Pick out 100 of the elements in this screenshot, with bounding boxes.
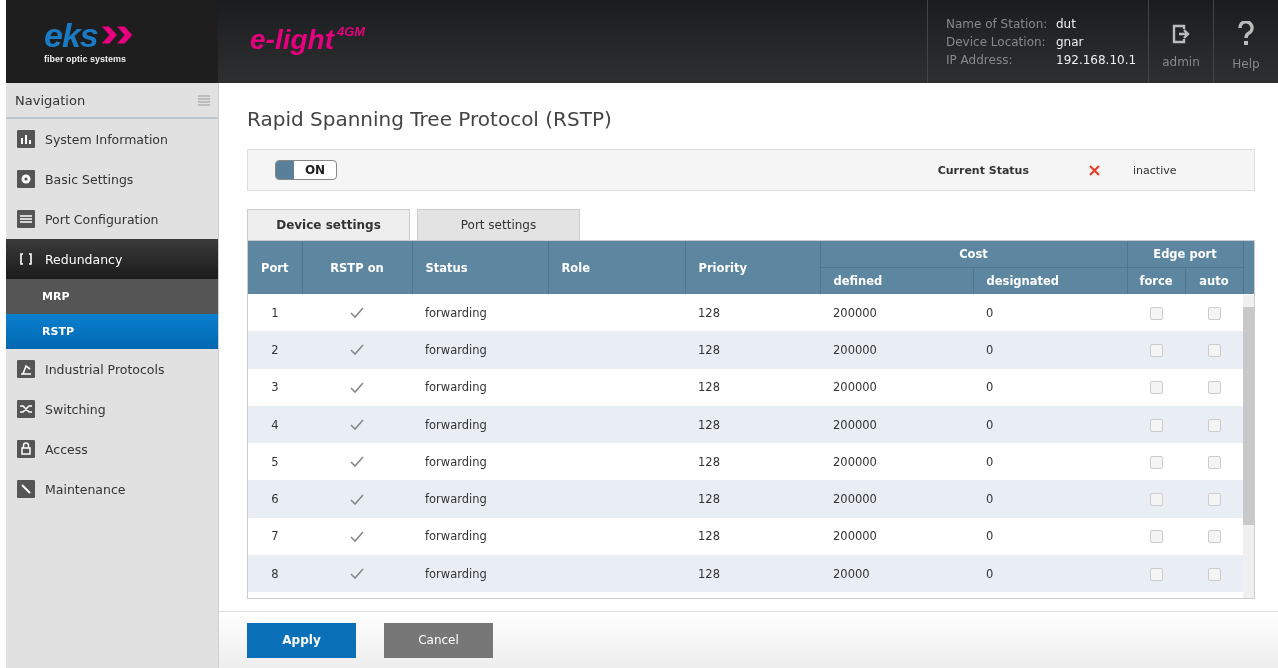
checkbox[interactable] [1207,343,1221,357]
nav-item[interactable]: Switching [6,389,218,429]
table-cell: 128 [685,294,820,332]
info-value: gnar [1056,34,1085,49]
table-cell: 4 [248,405,302,444]
tab[interactable]: Device settings [247,209,410,240]
table-cell: 128 [685,443,820,481]
nav-item[interactable]: Maintenance [6,469,218,509]
table-cell: 1 [248,294,302,332]
info-label: Device Location: [946,34,1047,49]
table-cell: forwarding [412,480,548,518]
table-cell: 3 [248,368,302,406]
checkbox[interactable] [1149,493,1163,507]
checkbox[interactable] [1149,343,1163,357]
table-cell: 0 [973,517,1127,556]
checkbox[interactable] [1149,530,1163,544]
table-cell: forwarding [412,443,548,481]
nav-subitem[interactable]: MRP [6,279,218,314]
column-group-header: Cost [820,241,1127,268]
cancel-button[interactable]: Cancel [384,622,493,658]
status-value: inactive [1133,163,1178,177]
column-header: Status [412,241,548,294]
info-value: dut [1056,16,1077,31]
checkbox[interactable] [1149,306,1163,320]
table-cell: 200000 [820,368,973,406]
column-header: defined [820,267,973,294]
brand-logo-text: eks [44,19,98,50]
table-cell: 0 [973,368,1127,406]
lock-icon [17,440,35,458]
checkbox[interactable] [1149,455,1163,469]
table-cell: 128 [685,331,820,369]
checkbox[interactable] [1149,567,1163,581]
nav-item[interactable]: Industrial Protocols [6,349,218,389]
table-cell: 128 [685,555,820,593]
chart-icon [17,130,35,148]
column-header: designated [973,267,1127,294]
column-header: Port [248,241,302,294]
nav-item[interactable]: Redundancy [6,239,218,279]
tab[interactable]: Port settings [417,209,580,240]
checkbox[interactable] [1207,418,1221,432]
table-cell: forwarding [412,405,548,444]
nav-item[interactable]: Port Configuration [6,199,218,239]
table-cell: 5 [248,443,302,481]
table-cell: forwarding [412,294,548,332]
menu-icon[interactable] [198,94,210,106]
column-header: Role [548,241,685,294]
apply-button[interactable]: Apply [247,622,356,658]
info-value: 192.168.10.1 [1056,52,1138,67]
table-cell: 2 [248,331,302,369]
table-cell: forwarding [412,368,548,406]
help-button[interactable]: Help [1213,0,1278,83]
table-cell: forwarding [412,517,548,556]
checkbox[interactable] [1207,567,1221,581]
product-logo-text: e-light [250,24,334,56]
nav-item[interactable]: System Information [6,119,218,159]
toggle-switch[interactable]: ON [275,160,337,180]
table-cell: 20000 [820,555,973,593]
table-cell: 200000 [820,443,973,481]
status-label: Current Status [937,163,1029,177]
logout-button[interactable]: admin [1148,0,1213,83]
table-cell: 200000 [820,405,973,444]
table-cell: forwarding [412,331,548,369]
table-cell: 200000 [820,517,973,556]
table-cell: 128 [685,368,820,406]
table-cell: 0 [973,555,1127,593]
checkbox[interactable] [1207,455,1221,469]
table-cell: 0 [973,294,1127,332]
checkbox[interactable] [1207,493,1221,507]
scrollbar[interactable] [1243,295,1254,598]
shuffle-icon [17,400,35,418]
table-cell: 128 [685,405,820,444]
table-cell: 8 [248,555,302,593]
table-cell: 7 [248,517,302,556]
info-label: IP Address: [946,52,1014,67]
table-cell: forwarding [412,555,548,593]
checkbox[interactable] [1149,418,1163,432]
table-cell: 200000 [820,331,973,369]
info-label: Name of Station: [946,16,1049,31]
checkbox[interactable] [1207,306,1221,320]
table-cell: 128 [685,480,820,518]
question-mark-icon [1237,20,1255,47]
checkbox[interactable] [1207,381,1221,395]
checkbox[interactable] [1149,381,1163,395]
table-cell: 0 [973,480,1127,518]
logout-icon [1171,22,1191,45]
column-group-header: Edge port [1127,241,1243,268]
nav-item[interactable]: Basic Settings [6,159,218,199]
product-variant: 4GM [337,24,366,39]
table-cell: 6 [248,480,302,518]
gear-icon [17,170,35,188]
column-header: Priority [685,241,820,294]
nav-item[interactable]: Access [6,429,218,469]
nav-subitem[interactable]: RSTP [6,314,218,349]
checkbox[interactable] [1207,530,1221,544]
column-header: RSTP on [302,241,412,294]
table-cell: 200000 [820,294,973,332]
table-cell: 200000 [820,480,973,518]
brand-tagline: fiber optic systems [44,53,128,64]
table-cell: 128 [685,517,820,556]
table-cell: 0 [973,443,1127,481]
